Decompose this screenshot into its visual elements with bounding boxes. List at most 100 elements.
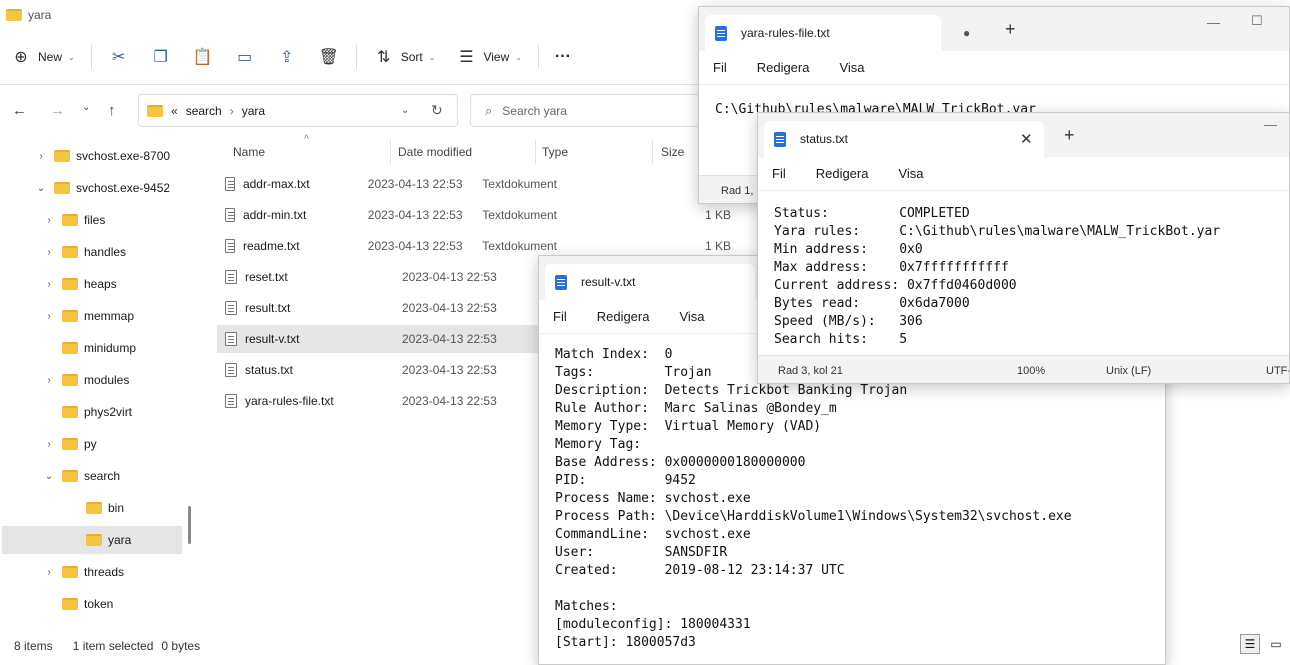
tree-item[interactable]: › modules (2, 366, 182, 394)
search-box[interactable]: ⌕ Search yara (470, 94, 710, 127)
column-divider[interactable] (390, 140, 391, 164)
search-input[interactable]: Search yara (502, 104, 567, 118)
unsaved-dot-icon[interactable]: ● (963, 26, 970, 40)
menu-view[interactable]: Visa (839, 60, 864, 75)
navigation-scrollbar[interactable] (188, 506, 191, 544)
tree-item-label: bin (108, 501, 125, 515)
file-row[interactable]: status.txt 2023-04-13 22:53 (217, 356, 557, 384)
tree-item[interactable]: › memmap (2, 302, 182, 330)
recent-locations-chevron-icon[interactable]: ⌄ (82, 102, 90, 113)
chevron-right-icon[interactable]: › (34, 151, 48, 162)
file-date: 2023-04-13 22:53 (402, 301, 497, 315)
zoom-level[interactable]: 100% (1017, 365, 1045, 377)
new-tab-plus-icon[interactable]: + (1064, 125, 1075, 146)
menu-view[interactable]: Visa (679, 309, 704, 324)
tree-item[interactable]: › heaps (2, 270, 182, 298)
tab-result-v[interactable]: result-v.txt (545, 264, 755, 300)
tiles-view-icon[interactable]: ▭ (1266, 634, 1286, 654)
up-arrow-icon[interactable]: ↑ (108, 102, 116, 119)
delete-button[interactable]: 🗑 (308, 41, 350, 73)
line-ending[interactable]: Unix (LF) (1106, 365, 1151, 377)
new-button[interactable]: ⊕ New ⌄ (0, 41, 85, 73)
chevron-right-icon[interactable]: › (42, 375, 56, 386)
paste-button[interactable]: 📋 (182, 41, 224, 73)
menu-file[interactable]: Fil (553, 309, 567, 324)
more-options-button[interactable]: ··· (545, 41, 581, 73)
back-arrow-icon[interactable]: ← (12, 102, 27, 119)
chevron-right-icon[interactable]: › (42, 311, 56, 322)
selection-size: 0 bytes (161, 638, 201, 653)
tree-item[interactable]: ⌄ svchost.exe-9452 (2, 174, 182, 202)
chevron-right-icon[interactable]: › (42, 215, 56, 226)
menu-view[interactable]: Visa (898, 166, 923, 181)
text-editor[interactable]: Match Index: 0 Tags: Trojan Description:… (555, 346, 1072, 652)
menu-edit[interactable]: Redigera (757, 60, 810, 75)
forward-arrow-icon[interactable]: → (50, 102, 65, 119)
column-header-type[interactable]: Type (542, 140, 568, 164)
chevron-right-icon[interactable]: › (42, 439, 56, 450)
menu-file[interactable]: Fil (713, 60, 727, 75)
close-tab-icon[interactable]: ✕ (1020, 130, 1033, 148)
tab-yara-rules-file[interactable]: yara-rules-file.txt ● (705, 15, 970, 51)
maximize-icon[interactable]: ☐ (1251, 13, 1263, 29)
copy-button[interactable]: ❐ (140, 41, 182, 73)
file-row[interactable]: addr-max.txt 2023-04-13 22:53 Textdokument (217, 170, 557, 198)
encoding[interactable]: UTF- (1266, 365, 1289, 377)
file-row[interactable]: result.txt 2023-04-13 22:53 (217, 294, 557, 322)
notepad-status-bar: Rad 3, kol 21 100% Unix (LF) UTF- (758, 355, 1289, 383)
text-editor[interactable]: Status: COMPLETED Yara rules: C:\Github\… (774, 205, 1220, 349)
tree-item-label: yara (108, 533, 132, 547)
column-divider[interactable] (535, 140, 536, 164)
tree-item[interactable]: minidump (2, 334, 182, 362)
column-header-size[interactable]: Size (661, 140, 684, 164)
breadcrumb-search[interactable]: search (186, 104, 222, 118)
breadcrumb-yara[interactable]: yara (242, 104, 265, 118)
tree-item[interactable]: token (2, 590, 182, 618)
file-row[interactable]: result-v.txt 2023-04-13 22:53 (217, 325, 557, 353)
tree-item[interactable]: ⌄ search (2, 462, 182, 490)
minimize-icon[interactable]: — (1207, 15, 1220, 30)
tree-item[interactable]: › py (2, 430, 182, 458)
chevron-right-icon[interactable]: › (42, 247, 56, 258)
file-row[interactable]: yara-rules-file.txt 2023-04-13 22:53 (217, 387, 557, 415)
sort-button[interactable]: ⇅ Sort ⌄ (363, 41, 446, 73)
chevron-down-icon[interactable]: ⌄ (42, 471, 56, 482)
tree-item[interactable]: bin (2, 494, 182, 522)
tree-item[interactable]: › svchost.exe-8700 (2, 142, 182, 170)
view-button[interactable]: ☰ View ⌄ (445, 41, 532, 73)
file-row[interactable]: readme.txt 2023-04-13 22:53 Textdokument (217, 232, 557, 260)
cut-button[interactable]: ✂ (98, 41, 140, 73)
tree-item-label: minidump (84, 341, 137, 355)
refresh-icon[interactable]: ↻ (431, 102, 443, 119)
column-divider[interactable] (652, 140, 653, 164)
chevron-down-icon[interactable]: ⌄ (34, 183, 48, 194)
details-view-icon[interactable]: ☰ (1240, 634, 1260, 654)
rename-button[interactable]: ▭ (224, 41, 266, 73)
tree-item[interactable]: › handles (2, 238, 182, 266)
tree-item[interactable]: › files (2, 206, 182, 234)
new-tab-plus-icon[interactable]: + (1005, 19, 1016, 40)
tree-item[interactable]: yara (2, 526, 182, 554)
tree-item[interactable]: phys2virt (2, 398, 182, 426)
chevron-right-icon[interactable]: › (42, 567, 56, 578)
tree-item[interactable]: › threads (2, 558, 182, 586)
minimize-icon[interactable]: — (1264, 117, 1277, 132)
text-file-icon (225, 301, 237, 315)
share-button[interactable]: ⇪ (266, 41, 308, 73)
file-row[interactable]: reset.txt 2023-04-13 22:53 (217, 263, 557, 291)
column-header-name[interactable]: Name (233, 140, 265, 164)
menu-edit[interactable]: Redigera (597, 309, 650, 324)
tab-status[interactable]: status.txt ✕ (764, 121, 1044, 157)
menu-edit[interactable]: Redigera (816, 166, 869, 181)
tree-item-label: files (84, 213, 106, 227)
breadcrumb-overflow[interactable]: « (171, 104, 178, 118)
address-dropdown-icon[interactable]: ⌄ (401, 105, 409, 116)
file-date: 2023-04-13 22:53 (402, 332, 497, 346)
menu-file[interactable]: Fil (772, 166, 786, 181)
tree-item-label: heaps (84, 277, 117, 291)
file-row[interactable]: addr-min.txt 2023-04-13 22:53 Textdokument (217, 201, 557, 229)
address-bar[interactable]: « search › yara ⌄ ↻ (138, 94, 458, 127)
column-header-date[interactable]: Date modified (398, 140, 472, 164)
command-bar: ⊕ New ⌄ ✂ ❐ 📋 ▭ ⇪ 🗑 ⇅ Sort ⌄ ☰ View ⌄ ··… (0, 38, 700, 76)
chevron-right-icon[interactable]: › (42, 279, 56, 290)
